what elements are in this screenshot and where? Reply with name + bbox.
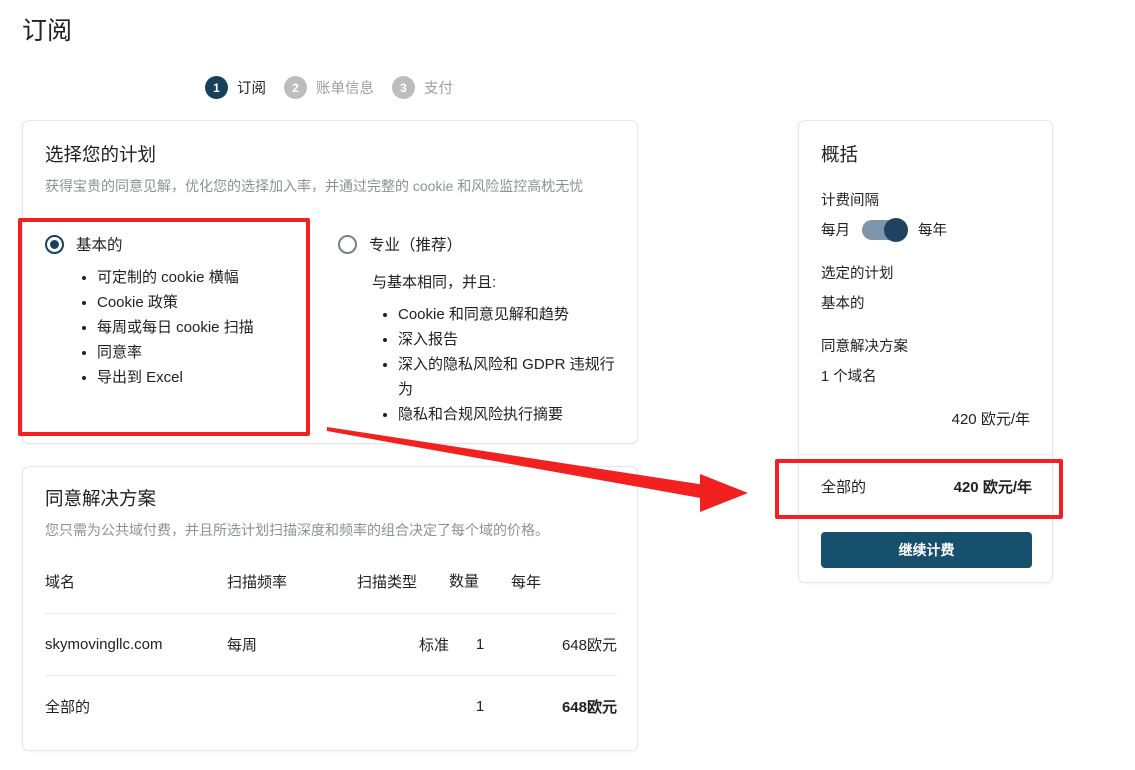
- list-item: 可定制的 cookie 横幅: [97, 265, 320, 290]
- step-number-1: 1: [205, 76, 228, 99]
- step-number-2: 2: [284, 76, 307, 99]
- radio-basic-icon[interactable]: [45, 234, 64, 254]
- summary-card-body: 概括 计费间隔 每月 每年 选定的计划 基本的 同意解决方案 1 个域名 420…: [799, 121, 1052, 429]
- cell-domain: skymovingllc.com: [45, 613, 227, 676]
- list-item: 深入报告: [398, 327, 627, 352]
- plan-option-professional[interactable]: 专业（推荐） 与基本相同，并且: Cookie 和同意见解和趋势 深入报告 深入…: [330, 233, 637, 427]
- plan-basic-header[interactable]: 基本的: [45, 233, 320, 255]
- cell-total-frequency: [227, 675, 357, 737]
- stepper-step-subscription[interactable]: 1 订阅: [205, 76, 266, 99]
- list-item: 每周或每日 cookie 扫描: [97, 315, 320, 340]
- cell-total-quantity: 1: [449, 675, 511, 737]
- stepper-step-payment[interactable]: 3 支付: [392, 76, 453, 99]
- plan-card-header: 选择您的计划 获得宝贵的同意见解，优化您的选择加入率，并通过完整的 cookie…: [23, 121, 637, 197]
- plan-basic-label: 基本的: [76, 237, 123, 254]
- cell-frequency: 每周: [227, 613, 357, 676]
- plan-professional-header[interactable]: 专业（推荐）: [338, 233, 627, 255]
- plan-professional-features: Cookie 和同意见解和趋势 深入报告 深入的隐私风险和 GDPR 违规行为 …: [338, 302, 627, 427]
- column-header-frequency: 扫描频率: [227, 574, 288, 591]
- cell-total-scan-type: [357, 675, 449, 737]
- summary-total-label: 全部的: [821, 479, 867, 496]
- list-item: Cookie 和同意见解和趋势: [398, 302, 627, 327]
- plan-option-basic[interactable]: 基本的 可定制的 cookie 横幅 Cookie 政策 每周或每日 cooki…: [23, 233, 330, 427]
- step-label-1: 订阅: [237, 81, 266, 97]
- domains-table-head: 域名 扫描频率 扫描类型 数量 每年: [45, 565, 617, 614]
- plan-professional-note: 与基本相同，并且:: [372, 274, 497, 291]
- plan-professional-label: 专业（推荐）: [369, 237, 463, 254]
- domains-card-subtitle: 您只需为公共域付费，并且所选计划扫描深度和频率的组合决定了每个域的价格。: [45, 522, 549, 538]
- summary-title: 概括: [821, 144, 859, 165]
- plan-card-title: 选择您的计划: [45, 144, 157, 165]
- consent-solution-card: 同意解决方案 您只需为公共域付费，并且所选计划扫描深度和频率的组合决定了每个域的…: [22, 466, 638, 751]
- billing-interval-toggle-row[interactable]: 每月 每年: [821, 217, 1030, 242]
- table-header-row: 域名 扫描频率 扫描类型 数量 每年: [45, 565, 617, 614]
- table-total-row: 全部的 1 648欧元: [45, 675, 617, 737]
- continue-to-billing-button[interactable]: 继续计费: [821, 532, 1032, 568]
- domains-card-header: 同意解决方案 您只需为公共域付费，并且所选计划扫描深度和频率的组合决定了每个域的…: [23, 467, 637, 541]
- billing-interval-label: 计费间隔: [821, 193, 879, 209]
- list-item: 同意率: [97, 340, 320, 365]
- step-label-2: 账单信息: [316, 81, 374, 97]
- stepper-step-billing-info[interactable]: 2 账单信息: [284, 76, 374, 99]
- summary-divider: [799, 454, 1052, 455]
- toggle-label-yearly: 每年: [918, 223, 947, 239]
- consent-solution-value: 1 个域名: [821, 369, 877, 385]
- column-header-quantity: 数量: [449, 565, 511, 614]
- column-header-scan-type: 扫描类型: [357, 574, 418, 591]
- list-item: Cookie 政策: [97, 290, 320, 315]
- step-label-3: 支付: [424, 81, 453, 97]
- consent-solution-label: 同意解决方案: [821, 339, 908, 355]
- cell-total-label: 全部的: [45, 675, 227, 737]
- plan-selection-card: 选择您的计划 获得宝贵的同意见解，优化您的选择加入率，并通过完整的 cookie…: [22, 120, 638, 444]
- toggle-label-monthly: 每月: [821, 223, 850, 239]
- column-header-yearly: 每年: [511, 574, 542, 591]
- domains-table: 域名 扫描频率 扫描类型 数量 每年 skymovingllc.com 每周 标…: [45, 565, 617, 737]
- step-number-3: 3: [392, 76, 415, 99]
- switch-knob: [884, 217, 908, 242]
- domains-table-body: skymovingllc.com 每周 标准 1 648欧元 全部的 1 648…: [45, 613, 617, 737]
- consent-solution-price: 420 欧元/年: [951, 411, 1030, 428]
- list-item: 深入的隐私风险和 GDPR 违规行为: [398, 352, 627, 402]
- summary-total-value: 420 欧元/年: [953, 479, 1032, 496]
- cell-scan-type: 标准: [357, 613, 449, 676]
- plan-options: 基本的 可定制的 cookie 横幅 Cookie 政策 每周或每日 cooki…: [23, 233, 637, 427]
- page-title: 订阅: [22, 17, 73, 45]
- subscription-page: 订阅 1 订阅 2 账单信息 3 支付 选择您的计划 获得宝贵的同意见解，优化您…: [0, 0, 1135, 770]
- radio-professional-icon[interactable]: [338, 234, 357, 254]
- cell-quantity: 1: [449, 613, 511, 676]
- plan-basic-features: 可定制的 cookie 横幅 Cookie 政策 每周或每日 cookie 扫描…: [45, 265, 320, 390]
- checkout-stepper: 1 订阅 2 账单信息 3 支付: [205, 76, 453, 99]
- column-header-quantity-line2: 量: [464, 573, 480, 590]
- cell-yearly: 648欧元: [511, 613, 617, 676]
- plan-card-subtitle: 获得宝贵的同意见解，优化您的选择加入率，并通过完整的 cookie 和风险监控高…: [45, 178, 584, 194]
- selected-plan-label: 选定的计划: [821, 266, 894, 282]
- billing-interval-switch[interactable]: [862, 217, 908, 242]
- column-header-quantity-line1: 数: [449, 573, 465, 590]
- summary-card: 概括 计费间隔 每月 每年 选定的计划 基本的 同意解决方案 1 个域名 420…: [798, 120, 1053, 583]
- column-header-domain: 域名: [45, 574, 76, 591]
- summary-total-row: 全部的 420 欧元/年: [821, 476, 1032, 497]
- cell-total-yearly: 648欧元: [511, 675, 617, 737]
- selected-plan-value: 基本的: [821, 296, 865, 312]
- domains-card-title: 同意解决方案: [45, 488, 157, 509]
- table-row: skymovingllc.com 每周 标准 1 648欧元: [45, 613, 617, 676]
- list-item: 隐私和合规风险执行摘要: [398, 402, 627, 427]
- list-item: 导出到 Excel: [97, 365, 320, 390]
